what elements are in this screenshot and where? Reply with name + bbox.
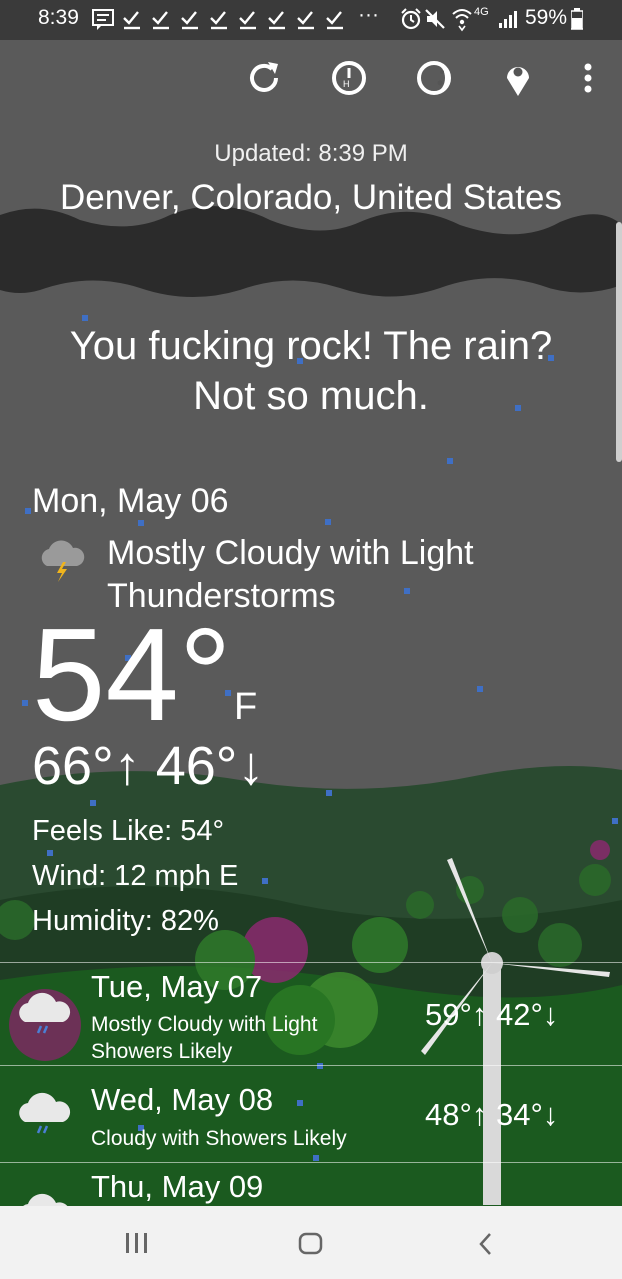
- notification-check-icons: [123, 11, 343, 30]
- forecast-row[interactable]: Thu, May 09: [0, 1163, 622, 1206]
- forecast-day: Thu, May 09: [91, 1169, 264, 1204]
- forecast-condition: Cloudy with Showers Likely: [91, 1125, 347, 1152]
- today-date: Mon, May 06: [32, 482, 229, 520]
- network-type: 4G: [474, 6, 489, 18]
- back-button[interactable]: [474, 1231, 498, 1257]
- today-high-low: 66°↑ 46°↓: [32, 736, 264, 796]
- temperature-unit: F: [234, 686, 258, 728]
- message-icon: [92, 9, 114, 30]
- updated-time: Updated: 8:39 PM: [214, 140, 408, 167]
- forecast-temps: 59°↑ 42°↓: [425, 997, 558, 1033]
- cloud-showers-icon: [19, 1092, 71, 1134]
- feels-like: Feels Like: 54°: [32, 815, 225, 847]
- current-temperature: 54°: [32, 601, 232, 748]
- home-button[interactable]: [297, 1231, 325, 1257]
- headline-line-1: You fucking rock! The rain?: [69, 324, 553, 368]
- svg-text:H: H: [343, 79, 350, 89]
- status-more: ···: [358, 3, 379, 26]
- humidity: Humidity: 82%: [32, 905, 219, 937]
- navigation-bar: [0, 1206, 622, 1279]
- headline: You fucking rock! The rain? Not so much.: [0, 321, 622, 421]
- thunderstorm-icon: [41, 540, 85, 582]
- arrow-up-icon: ↑: [471, 997, 488, 1032]
- forecast-day: Wed, May 08: [91, 1082, 274, 1117]
- status-bar: 8:39 ··· 4G 59%: [0, 0, 622, 38]
- location-name: Denver, Colorado, United States: [60, 178, 562, 217]
- refresh-icon[interactable]: [242, 56, 286, 100]
- location-pin-icon[interactable]: [496, 56, 540, 100]
- forecast-day: Tue, May 07: [91, 969, 263, 1004]
- arrow-down-icon: ↓: [542, 997, 559, 1032]
- today-high: 66°: [32, 736, 114, 796]
- today-condition-line-1: Mostly Cloudy with Light: [107, 534, 474, 572]
- today-low: 46°: [155, 736, 238, 796]
- arrow-up-icon: ↑: [471, 1097, 488, 1132]
- forecast-condition-line-1: Mostly Cloudy with Light: [91, 1013, 318, 1036]
- alarm-icon: [401, 8, 421, 30]
- moon-phase-icon[interactable]: [412, 56, 456, 100]
- mute-icon: [425, 9, 445, 29]
- battery-percent: 59%: [525, 6, 568, 29]
- forecast-condition-line-2: Showers Likely: [91, 1040, 233, 1063]
- arrow-down-icon: ↓: [237, 736, 265, 796]
- arrow-up-icon: ↑: [113, 736, 141, 796]
- forecast-temps: 48°↑ 34°↓: [425, 1097, 558, 1133]
- cloud-showers-icon: [19, 992, 71, 1034]
- forecast-condition: Mostly Cloudy with Light Showers Likely: [91, 1011, 317, 1065]
- signal-icon: [499, 11, 517, 28]
- forecast-high: 48°: [425, 1097, 472, 1132]
- status-time: 8:39: [38, 6, 79, 29]
- cloud-icon: [23, 1193, 68, 1206]
- forecast-condition-line-1: Cloudy with Showers Likely: [91, 1127, 347, 1150]
- wifi-icon: [452, 9, 472, 32]
- more-vert-icon[interactable]: [566, 56, 610, 100]
- recent-apps-button[interactable]: [124, 1231, 150, 1255]
- arrow-down-icon: ↓: [542, 1097, 559, 1132]
- headline-line-2: Not so much.: [193, 374, 429, 418]
- today-details: Feels Like: 54° Wind: 12 mph E Humidity:…: [32, 809, 238, 944]
- wind: Wind: 12 mph E: [32, 860, 239, 892]
- forecast-row[interactable]: Tue, May 07 Mostly Cloudy with Light Sho…: [0, 963, 622, 1065]
- history-icon[interactable]: H: [327, 56, 371, 100]
- forecast-low: 42°: [496, 997, 543, 1032]
- forecast-high: 59°: [425, 997, 472, 1032]
- forecast-row[interactable]: Wed, May 08 Cloudy with Showers Likely 4…: [0, 1066, 622, 1162]
- battery-icon: [571, 8, 583, 30]
- forecast-low: 34°: [496, 1097, 543, 1132]
